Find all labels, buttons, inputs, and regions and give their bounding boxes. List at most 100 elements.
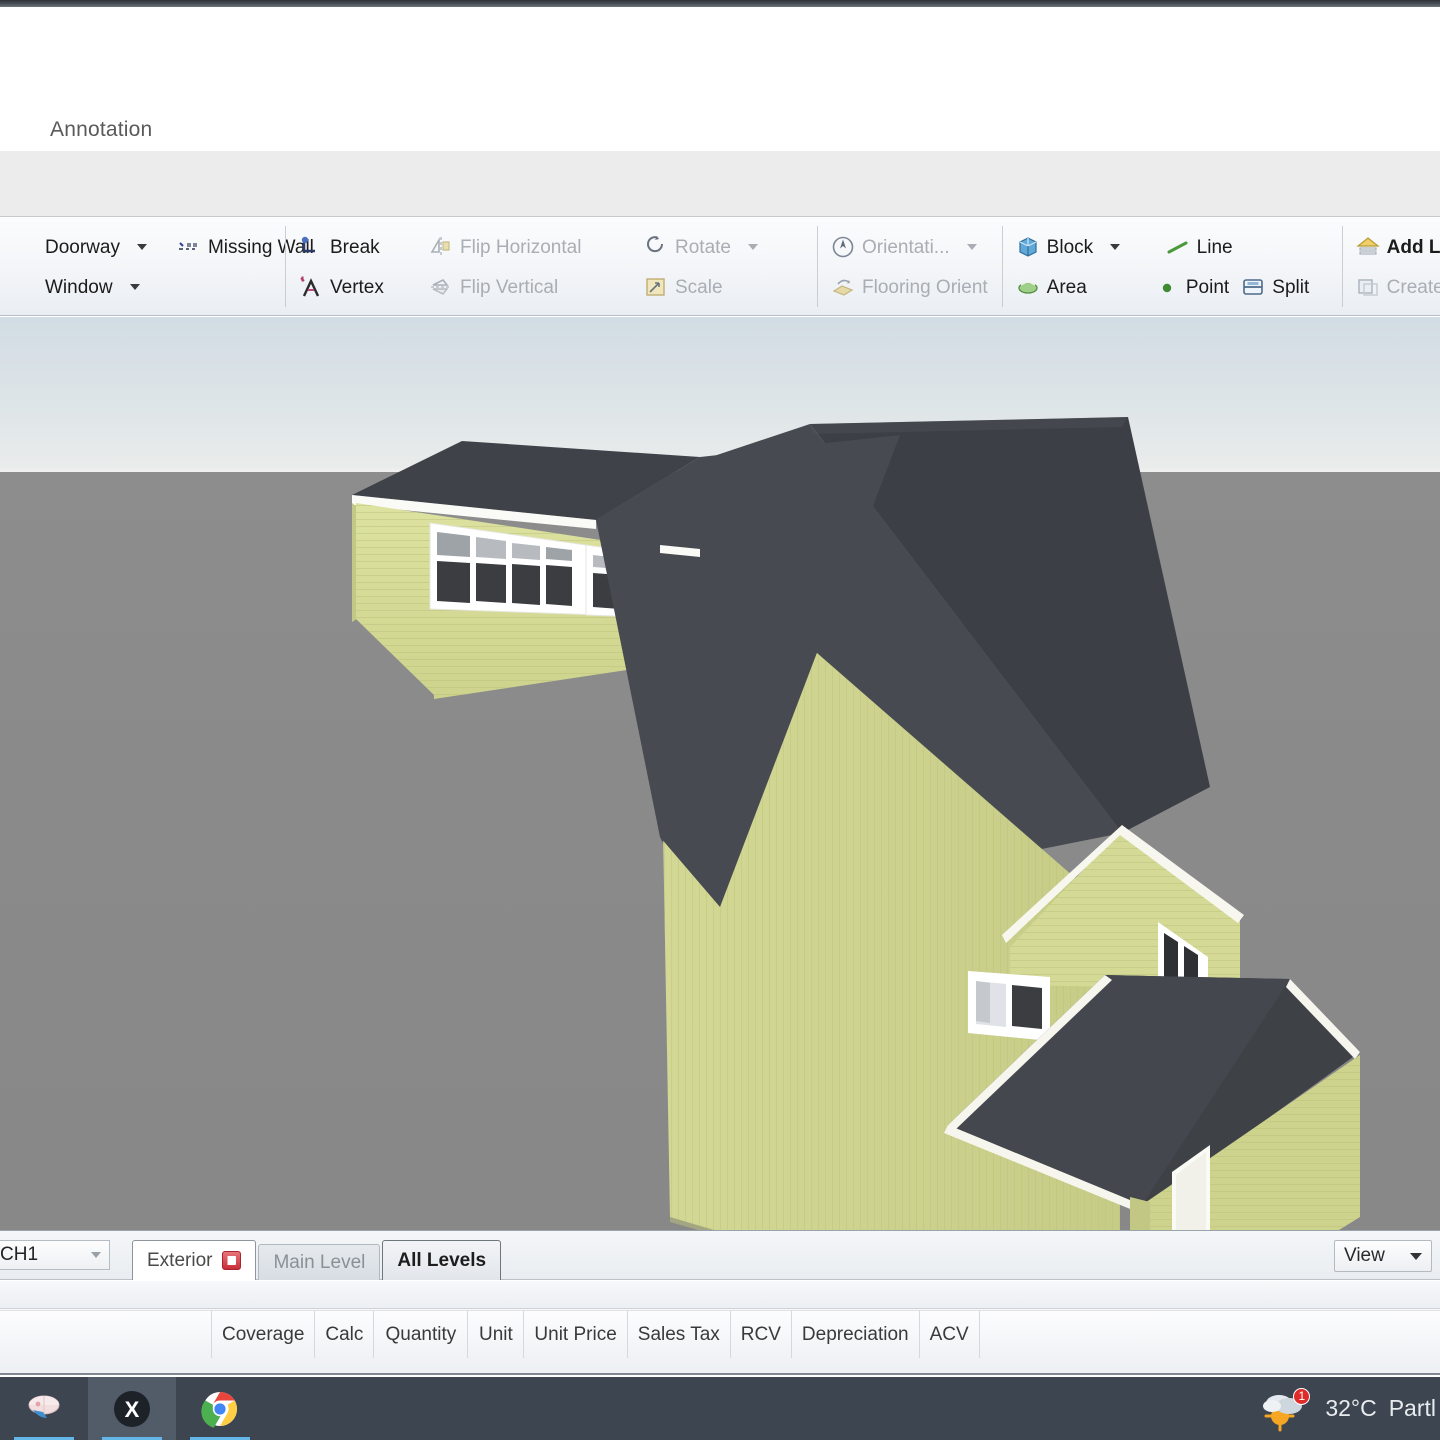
grid-column-calc[interactable]: Calc — [315, 1311, 375, 1358]
ribbon-label-flip-horizontal: Flip Horizontal — [460, 237, 582, 258]
weather-condition: Partl — [1388, 1395, 1436, 1421]
ribbon-button-orientation[interactable]: Orientati... — [823, 233, 989, 261]
flip-vertical-icon — [429, 275, 453, 299]
ribbon-label-flooring-orientation: Flooring Orient — [862, 277, 988, 298]
ribbon-label-create-levels: Create Levels — [1386, 277, 1440, 298]
ribbon-button-area[interactable]: Area — [1008, 273, 1147, 301]
ribbon-button-line[interactable]: Line — [1158, 233, 1288, 261]
ribbon-label-doorway: Doorway — [45, 237, 120, 258]
ribbon-button-window[interactable]: Window — [6, 273, 152, 301]
grid-column-depreciation[interactable]: Depreciation — [792, 1311, 920, 1358]
ribbon-button-flip-vertical[interactable]: Flip Vertical — [421, 273, 636, 301]
application-window: Annotation Doorway Missing Wall Window B… — [0, 0, 1440, 1440]
chevron-down-icon[interactable] — [1110, 243, 1121, 250]
taskbar-paint-app[interactable] — [0, 1377, 88, 1440]
area-icon — [1016, 275, 1040, 299]
grid-column-coverage[interactable]: Coverage — [212, 1311, 316, 1358]
grid-column-acv[interactable]: ACV — [920, 1311, 980, 1358]
window-icon — [14, 275, 38, 299]
ribbon-label-rotate: Rotate — [675, 237, 731, 258]
ribbon-toolbar: Doorway Missing Wall Window Break Flip H… — [0, 218, 1440, 316]
tab-all-levels-label: All Levels — [397, 1249, 487, 1271]
taskbar-xactimate-app[interactable]: X — [88, 1377, 176, 1440]
ch-select-value: CH1 — [0, 1244, 39, 1265]
ribbon-button-vertex[interactable]: Vertex — [291, 273, 421, 301]
create-levels-icon — [1356, 275, 1380, 299]
ribbon-label-break: Break — [330, 237, 380, 258]
ribbon-button-scale[interactable]: Scale — [636, 273, 811, 301]
ribbon-label-vertex: Vertex — [330, 277, 384, 298]
ch-select[interactable]: CH1 — [0, 1240, 110, 1270]
grid-column-filler — [980, 1311, 1440, 1358]
grid-column-sales-tax[interactable]: Sales Tax — [628, 1311, 731, 1358]
ribbon-label-point: Point — [1185, 277, 1230, 298]
ribbon-button-flooring-orientation[interactable]: Flooring Orient — [823, 273, 996, 301]
point-icon — [1155, 275, 1179, 299]
ribbon-label-scale: Scale — [675, 277, 723, 298]
ribbon-button-create-levels[interactable]: Create Levels — [1348, 273, 1440, 301]
tab-all-levels[interactable]: All Levels — [382, 1240, 502, 1280]
ribbon-filler-band — [0, 151, 1440, 217]
3d-house-model[interactable] — [0, 317, 1440, 1230]
break-icon — [299, 235, 323, 259]
chevron-down-icon[interactable] — [136, 243, 147, 250]
ribbon-tab-annotation[interactable]: Annotation — [50, 118, 152, 142]
model-viewport[interactable] — [0, 317, 1440, 1230]
ribbon-button-flip-horizontal[interactable]: Flip Horizontal — [421, 233, 636, 261]
ribbon-label-split: Split — [1272, 277, 1310, 298]
ribbon-group-levels: Add Level Slices Create Levels — [1341, 218, 1440, 315]
taskbar-chrome-app[interactable] — [176, 1377, 264, 1440]
weather-notification-badge: 1 — [1293, 1387, 1311, 1405]
rotate-icon — [644, 235, 668, 259]
grid-column-quantity[interactable]: Quantity — [374, 1311, 469, 1358]
chevron-down-icon[interactable] — [91, 1252, 101, 1258]
flooring-orientation-icon — [831, 275, 855, 299]
windows-taskbar: X 1 32°C Partl — [0, 1377, 1440, 1440]
ribbon-label-block: Block — [1046, 237, 1094, 258]
missing-wall-icon — [177, 235, 201, 259]
tab-main-level[interactable]: Main Level — [258, 1244, 381, 1280]
tab-exterior[interactable]: Exterior — [132, 1240, 257, 1280]
tab-main-level-label: Main Level — [273, 1251, 366, 1273]
ribbon-button-block[interactable]: Block — [1008, 233, 1158, 261]
grid-toolbar-strip — [0, 1281, 1440, 1309]
grid-column-rcv[interactable]: RCV — [731, 1311, 792, 1358]
chevron-down-icon[interactable] — [747, 243, 758, 250]
ribbon-button-rotate[interactable]: Rotate — [636, 233, 811, 261]
ribbon-group-edit: Break Flip Horizontal Rotate Vertex Flip… — [285, 218, 817, 315]
window-top-edge — [0, 0, 1440, 7]
ribbon-button-doorway[interactable]: Doorway — [6, 233, 159, 261]
chevron-down-icon[interactable] — [129, 283, 140, 290]
view-button-label: View — [1344, 1245, 1385, 1266]
ribbon-button-add-level-slices[interactable]: Add Level Slices — [1348, 233, 1440, 261]
ribbon-group-shapes: Block Line Area Point Split — [1001, 218, 1342, 315]
ribbon-label-orientation: Orientati... — [862, 237, 950, 258]
weather-temperature: 32°C — [1325, 1395, 1377, 1421]
grid-column-headers: Coverage Calc Quantity Unit Unit Price S… — [0, 1310, 1440, 1358]
ribbon-label-flip-vertical: Flip Vertical — [460, 277, 559, 298]
level-tab-strip: CH1 Exterior Main Level All Levels View — [0, 1230, 1440, 1280]
view-button[interactable]: View — [1334, 1240, 1432, 1272]
level-tabs: Exterior Main Level All Levels — [132, 1230, 503, 1280]
flip-horizontal-icon — [429, 235, 453, 259]
chrome-app-icon — [201, 1391, 237, 1428]
ribbon-button-split[interactable]: Split — [1233, 273, 1335, 301]
close-icon[interactable] — [222, 1251, 242, 1270]
line-item-grid: Coverage Calc Quantity Unit Unit Price S… — [0, 1281, 1440, 1375]
ribbon-label-window: Window — [45, 277, 113, 298]
grid-column-blank — [0, 1311, 212, 1358]
paint-app-icon — [28, 1395, 60, 1418]
ribbon-button-break[interactable]: Break — [291, 233, 421, 261]
ribbon-label-line: Line — [1196, 237, 1233, 258]
tab-exterior-label: Exterior — [147, 1249, 213, 1271]
grid-column-unit-price[interactable]: Unit Price — [524, 1311, 628, 1358]
ribbon-group-orientation: Orientati... Flooring Orient — [817, 218, 1002, 315]
grid-column-unit[interactable]: Unit — [468, 1311, 525, 1358]
vertex-icon — [299, 275, 323, 299]
ribbon-label-area: Area — [1046, 277, 1087, 298]
chevron-down-icon[interactable] — [1410, 1252, 1422, 1260]
block-icon — [1016, 235, 1040, 259]
chevron-down-icon[interactable] — [966, 243, 977, 250]
orientation-icon — [831, 235, 855, 259]
taskbar-weather-widget[interactable]: 1 32°C Partl — [1259, 1377, 1440, 1440]
